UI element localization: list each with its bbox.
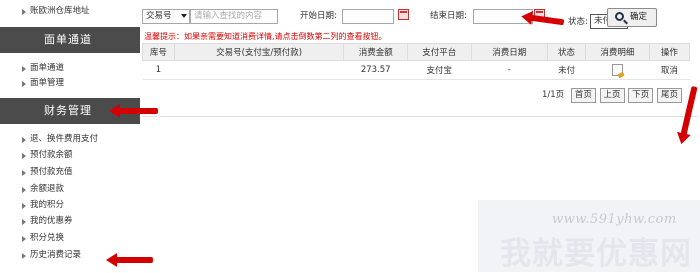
calendar-icon[interactable] bbox=[398, 9, 409, 20]
column-header-trade-no: 交易号(支付宝/预付款) bbox=[173, 43, 345, 61]
sidebar-item-label: 预付款余额 bbox=[30, 150, 73, 160]
start-date-input[interactable] bbox=[342, 9, 394, 24]
cancel-link[interactable]: 取消 bbox=[649, 60, 690, 80]
search-keyword-input[interactable]: 请输入查找的内容 bbox=[190, 9, 278, 24]
watermark-url: www.591yhw.com bbox=[552, 212, 677, 227]
table-row: 1 273.57 支付宝 - 未付 取消 bbox=[142, 60, 690, 80]
sidebar-item-label: 面单管理 bbox=[30, 78, 65, 88]
pagination: 1/1页 首页 上页 下页 尾页 bbox=[542, 88, 682, 103]
column-header-detail: 消费明细 bbox=[585, 43, 650, 61]
triangle-bullet-icon bbox=[22, 66, 26, 72]
triangle-bullet-icon bbox=[22, 253, 26, 259]
sidebar-item-label: 退、换件费用支付 bbox=[30, 134, 99, 144]
sidebar-section-title: 面单通道 bbox=[44, 33, 92, 46]
sidebar-item-label: 面单通道 bbox=[30, 63, 65, 73]
prev-page-button[interactable]: 上页 bbox=[599, 88, 625, 103]
cell-storage-no: 1 bbox=[142, 60, 175, 80]
cell-trade-no bbox=[174, 60, 344, 80]
sidebar-item-label: 预付款充值 bbox=[30, 167, 73, 177]
red-arrow-icon bbox=[109, 104, 158, 118]
sidebar-item-label: 我的积分 bbox=[30, 200, 65, 210]
triangle-bullet-icon bbox=[22, 187, 26, 193]
confirm-button-label: 确定 bbox=[630, 12, 648, 22]
search-type-select[interactable]: 交易号 bbox=[142, 9, 190, 24]
sidebar-item-return-exchange-fee[interactable]: 退、换件费用支付 bbox=[0, 131, 140, 148]
sidebar-item-balance-refund[interactable]: 余额退款 bbox=[0, 181, 140, 198]
sidebar-item-prepaid-balance[interactable]: 预付款余额 bbox=[0, 147, 140, 164]
column-header-date: 消费日期 bbox=[470, 43, 548, 61]
triangle-bullet-icon bbox=[22, 170, 26, 176]
triangle-bullet-icon bbox=[22, 153, 26, 159]
chevron-down-icon bbox=[181, 14, 187, 18]
sidebar-item-my-points[interactable]: 我的积分 bbox=[0, 197, 140, 214]
column-header-amount: 消费金额 bbox=[343, 43, 408, 61]
search-icon bbox=[615, 12, 624, 21]
column-header-status: 状态 bbox=[546, 43, 587, 61]
start-date-label: 开始日期: bbox=[300, 11, 337, 21]
content-divider bbox=[142, 116, 698, 117]
first-page-button[interactable]: 首页 bbox=[570, 88, 596, 103]
consumption-table: 库号 交易号(支付宝/预付款) 消费金额 支付平台 消费日期 状态 消费明细 操… bbox=[142, 43, 691, 80]
sidebar-item-label: 我的优惠券 bbox=[30, 216, 73, 226]
cell-date: - bbox=[471, 60, 548, 80]
table-header-row: 库号 交易号(支付宝/预付款) 消费金额 支付平台 消费日期 状态 消费明细 操… bbox=[142, 43, 691, 61]
triangle-bullet-icon bbox=[22, 137, 26, 143]
triangle-bullet-icon bbox=[22, 236, 26, 242]
cell-status: 未付 bbox=[547, 60, 586, 80]
cell-platform: 支付宝 bbox=[407, 60, 472, 80]
search-type-value: 交易号 bbox=[146, 11, 172, 21]
status-label: 状态: bbox=[568, 17, 588, 27]
sidebar-item-label: 历史消费记录 bbox=[30, 250, 82, 260]
cell-amount: 273.57 bbox=[343, 60, 408, 80]
sidebar-section-waybill-channel[interactable]: 面单通道 bbox=[0, 27, 140, 53]
sidebar-item-europe-warehouse-address[interactable]: 账欧洲仓库地址 bbox=[0, 3, 140, 20]
view-detail-icon[interactable] bbox=[611, 64, 623, 76]
page-info: 1/1页 bbox=[541, 90, 565, 100]
tip-text: 温馨提示：如果亲需要知道消费详情,请点击倒数第二列的查看按钮。 bbox=[144, 32, 387, 41]
end-date-label: 结束日期: bbox=[430, 11, 467, 21]
triangle-bullet-icon bbox=[22, 9, 26, 15]
sidebar-item-label: 账欧洲仓库地址 bbox=[30, 6, 90, 16]
sidebar-item-label: 积分兑换 bbox=[30, 233, 65, 243]
last-page-button[interactable]: 尾页 bbox=[656, 88, 682, 103]
confirm-button[interactable]: 确定 bbox=[607, 8, 657, 27]
column-header-platform: 支付平台 bbox=[407, 43, 472, 61]
watermark-logo-text: 我就要优惠网 bbox=[500, 236, 692, 272]
sidebar: 账欧洲仓库地址 面单通道 面单通道 面单管理 财务管理 退、换件费用支付 预付款… bbox=[0, 0, 140, 272]
triangle-bullet-icon bbox=[22, 203, 26, 209]
red-arrow-icon bbox=[106, 253, 153, 267]
sidebar-item-prepaid-recharge[interactable]: 预付款充值 bbox=[0, 164, 140, 181]
column-header-action: 操作 bbox=[648, 43, 691, 61]
next-page-button[interactable]: 下页 bbox=[628, 88, 654, 103]
sidebar-item-my-coupons[interactable]: 我的优惠券 bbox=[0, 213, 140, 230]
sidebar-item-waybill-management[interactable]: 面单管理 bbox=[0, 75, 140, 92]
search-keyword-placeholder: 请输入查找的内容 bbox=[194, 11, 263, 21]
sidebar-section-title: 财务管理 bbox=[44, 104, 92, 117]
triangle-bullet-icon bbox=[22, 81, 26, 87]
cell-detail bbox=[585, 60, 650, 80]
sidebar-item-label: 余额退款 bbox=[30, 184, 65, 194]
column-header-storage-no: 库号 bbox=[142, 43, 175, 61]
triangle-bullet-icon bbox=[22, 219, 26, 225]
sidebar-item-points-redeem[interactable]: 积分兑换 bbox=[0, 230, 140, 247]
filter-bar: 交易号 请输入查找的内容 开始日期: 结束日期: 状态: 未付 确定 bbox=[142, 5, 698, 29]
